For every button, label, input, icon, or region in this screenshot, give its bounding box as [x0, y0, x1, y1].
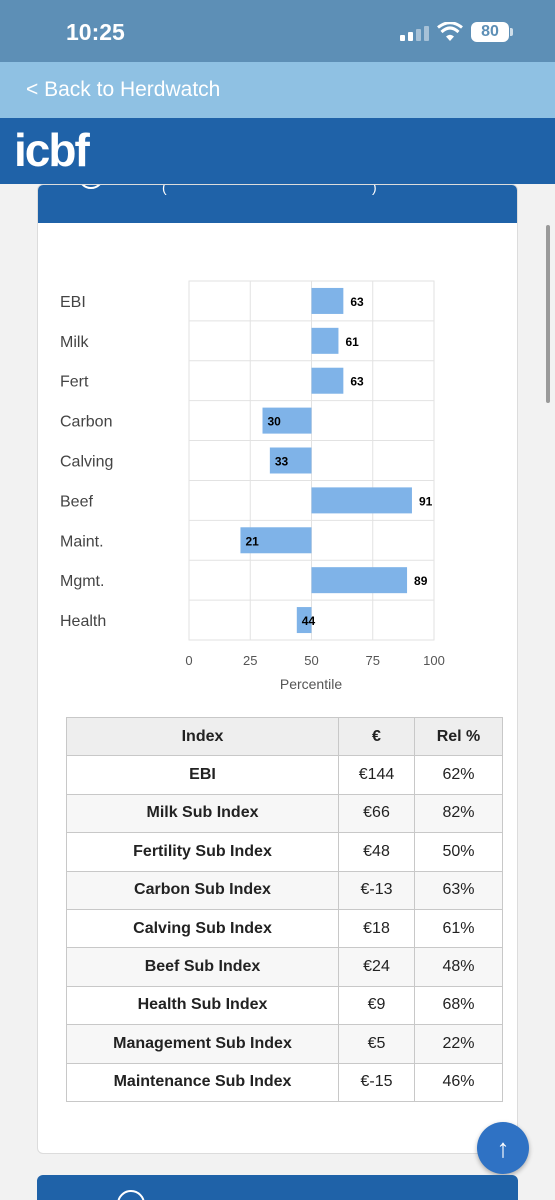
arrow-up-icon: ↑ — [496, 1133, 510, 1163]
battery-icon: 80 — [471, 22, 509, 42]
chart-bar — [311, 567, 408, 594]
rel-percent-cell: 82% — [414, 793, 503, 834]
category-label: Carbon — [60, 414, 112, 431]
euro-value-cell: €18 — [338, 908, 415, 949]
category-label: EBI — [60, 294, 86, 311]
x-tick-label: 75 — [366, 653, 380, 668]
scroll-to-top-button[interactable]: ↑ — [477, 1122, 529, 1174]
percentile-bar-chart: 63 61 63 30 33 91 21 89 44 EBI Milk Fert Carbon Calv… — [60, 280, 445, 692]
rel-percent-cell: 48% — [414, 947, 503, 987]
bar-value-label: 91 — [419, 494, 433, 508]
euro-value-cell: €66 — [338, 793, 415, 834]
x-tick-label: 0 — [185, 653, 192, 668]
chart-category-labels: EBI Milk Fert Carbon Calving Beef Maint. Mgmt. H… — [60, 294, 113, 630]
rel-percent-cell: 46% — [414, 1062, 503, 1102]
icbf-logo: icbf — [14, 124, 90, 176]
index-name-cell: Carbon Sub Index — [66, 870, 339, 910]
table-row: EBI €144 62% — [66, 755, 503, 795]
chart-bar — [311, 327, 339, 354]
battery-tip — [510, 28, 513, 36]
rel-percent-cell: 68% — [414, 985, 503, 1026]
table-row: Maintenance Sub Index €-15 46% — [66, 1062, 503, 1102]
index-name-cell: EBI — [66, 755, 339, 795]
ebi-profile-card: ( ) 63 61 63 30 33 91 21 89 44 EBI Milk Fert Carbon… — [37, 184, 518, 1154]
table-row: Health Sub Index €9 68% — [66, 985, 503, 1026]
table-row: Calving Sub Index €18 61% — [66, 908, 503, 949]
index-name-cell: Management Sub Index — [66, 1024, 339, 1064]
chart-bar — [311, 367, 344, 394]
category-label: Mgmt. — [60, 573, 104, 590]
x-tick-label: 25 — [243, 653, 257, 668]
euro-value-cell: €9 — [338, 985, 415, 1026]
euro-value-cell: €-15 — [338, 1062, 415, 1102]
rel-percent-cell: 63% — [414, 870, 503, 910]
table-row: Management Sub Index €5 22% — [66, 1024, 503, 1064]
index-name-cell: Milk Sub Index — [66, 793, 339, 834]
index-name-cell: Health Sub Index — [66, 985, 339, 1026]
category-label: Beef — [60, 493, 93, 510]
rel-percent-cell: 50% — [414, 832, 503, 872]
index-name-cell: Beef Sub Index — [66, 947, 339, 987]
status-time: 10:25 — [66, 19, 125, 45]
index-name-cell: Maintenance Sub Index — [66, 1062, 339, 1102]
cellular-signal-icon — [400, 25, 430, 41]
index-table: Index € Rel % EBI €144 62% Milk Sub Inde… — [66, 716, 503, 1102]
index-name-cell: Calving Sub Index — [66, 908, 339, 949]
euro-value-cell: €5 — [338, 1024, 415, 1064]
section-toggle-icon — [117, 1190, 145, 1200]
category-label: Health — [60, 613, 106, 630]
bar-value-label: 89 — [414, 574, 428, 588]
table-row: Beef Sub Index €24 48% — [66, 947, 503, 987]
category-label: Fert — [60, 374, 89, 391]
x-axis-title: Percentile — [280, 676, 342, 692]
table-row: Fertility Sub Index €48 50% — [66, 832, 503, 872]
rel-percent-cell: 62% — [414, 755, 503, 795]
bar-value-label: 63 — [350, 295, 364, 309]
bar-value-label: 44 — [302, 614, 316, 628]
table-header-row: Index € Rel % — [66, 716, 503, 757]
column-header-rel: Rel % — [414, 716, 503, 757]
category-label: Milk — [60, 334, 89, 351]
category-label: Maint. — [60, 533, 104, 550]
bar-value-label: 33 — [275, 455, 289, 469]
rel-percent-cell: 61% — [414, 908, 503, 949]
euro-value-cell: €24 — [338, 947, 415, 987]
chart-bar — [311, 287, 344, 314]
chart-bar — [311, 487, 412, 514]
chart-tick-labels: 0 25 50 75 100 — [185, 653, 444, 668]
index-name-cell: Fertility Sub Index — [66, 832, 339, 872]
wifi-icon — [437, 22, 463, 41]
euro-value-cell: €-13 — [338, 870, 415, 910]
euro-value-cell: €48 — [338, 832, 415, 872]
bar-value-label: 21 — [245, 534, 259, 548]
table-row: Milk Sub Index €66 82% — [66, 793, 503, 834]
back-to-herdwatch-link[interactable]: < Back to Herdwatch — [0, 62, 555, 118]
euro-value-cell: €144 — [338, 755, 415, 795]
page-scrollbar[interactable] — [546, 225, 550, 403]
bar-value-label: 61 — [345, 335, 359, 349]
bar-value-label: 30 — [268, 415, 282, 429]
status-bar: 10:25 80 — [0, 0, 555, 62]
next-section-header[interactable] — [37, 1175, 518, 1200]
bar-value-label: 63 — [350, 375, 364, 389]
brand-header: icbf — [0, 118, 555, 184]
column-header-index: Index — [66, 716, 339, 757]
rel-percent-cell: 22% — [414, 1024, 503, 1064]
x-tick-label: 100 — [423, 653, 445, 668]
table-row: Carbon Sub Index €-13 63% — [66, 870, 503, 910]
column-header-euro: € — [338, 716, 415, 757]
category-label: Calving — [60, 454, 113, 471]
x-tick-label: 50 — [304, 653, 318, 668]
